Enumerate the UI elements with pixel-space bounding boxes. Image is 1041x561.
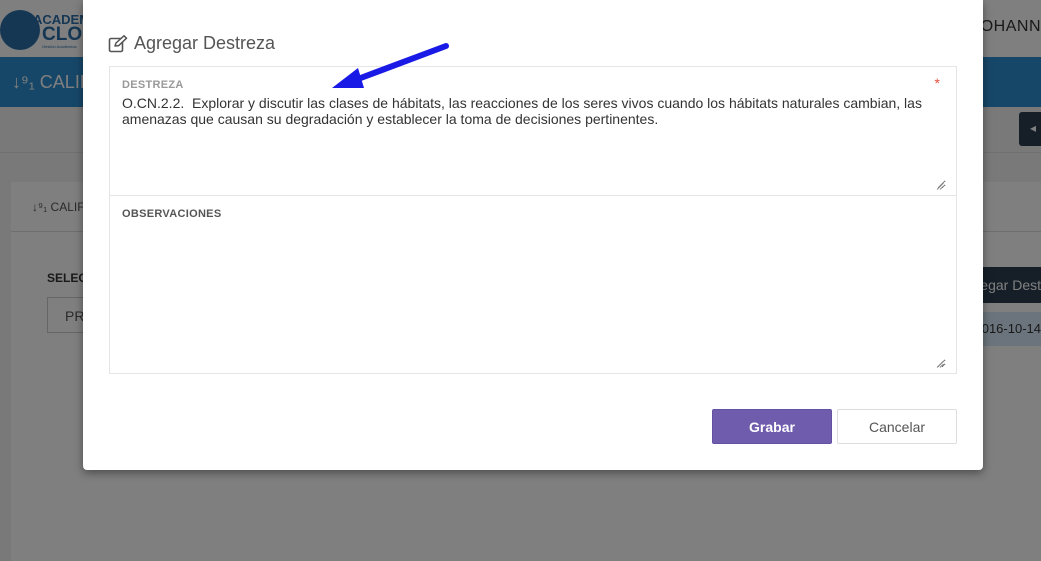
edit-icon (108, 34, 128, 52)
observaciones-textarea[interactable] (122, 226, 946, 368)
observaciones-field-group: OBSERVACIONES (110, 196, 956, 373)
grabar-button[interactable]: Grabar (712, 409, 832, 444)
resize-handle-icon[interactable] (936, 360, 944, 368)
observaciones-label: OBSERVACIONES (122, 208, 222, 220)
destreza-form: DESTREZA * O.CN.2.2. Explorar y discutir… (109, 66, 957, 374)
modal-title-text: Agregar Destreza (134, 33, 276, 53)
modal-title: Agregar Destreza (108, 33, 275, 54)
destreza-field-group: DESTREZA * O.CN.2.2. Explorar y discutir… (110, 67, 956, 196)
agregar-destreza-modal: Agregar Destreza DESTREZA * O.CN.2.2. Ex… (83, 0, 983, 470)
required-asterisk: * (934, 75, 940, 91)
cancelar-button[interactable]: Cancelar (837, 409, 957, 444)
destreza-label: DESTREZA (122, 79, 184, 91)
resize-handle-icon[interactable] (936, 182, 944, 190)
destreza-textarea[interactable]: O.CN.2.2. Explorar y discutir las clases… (122, 95, 946, 189)
